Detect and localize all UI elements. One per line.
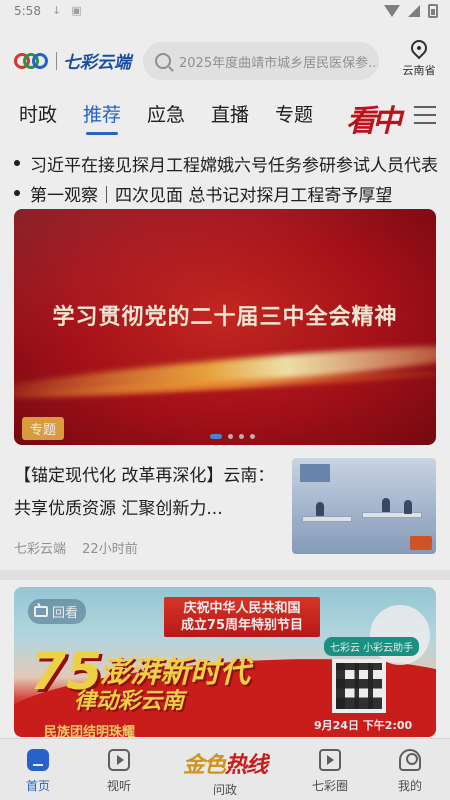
tab-zhibo[interactable]: 直播 [211, 100, 249, 127]
nav-home-label: 首页 [25, 779, 50, 793]
replay-heading: 庆祝中华人民共和国 成立75周年特别节目 [164, 597, 320, 637]
article-time: 22小时前 [82, 542, 138, 557]
profile-icon [399, 749, 421, 771]
banner-carousel[interactable]: 学习贯彻党的二十届三中全会精神 专题 [14, 209, 436, 445]
replay-footer: 民族团结明珠耀 [44, 725, 136, 737]
location-label: 云南省 [402, 64, 436, 77]
article-title: 【锚定现代化 改革再深化】云南：共享优质资源 汇聚创新力... [14, 466, 275, 519]
bottom-nav: 首页 视听 金色热线 问政 七彩圈 我的 [0, 738, 450, 800]
qr-code [332, 659, 386, 713]
tab-shizheng[interactable]: 时政 [19, 100, 57, 127]
home-icon [27, 749, 49, 771]
gold-hotline-logo: 金色热线 [182, 752, 268, 778]
screenshot-icon: ▣ [71, 4, 82, 17]
nav-shiting-label: 视听 [106, 779, 131, 793]
mascot-cloud-icon [370, 605, 430, 665]
signal-icon [408, 5, 420, 17]
bullet-icon [14, 160, 20, 166]
article-thumbnail [292, 458, 436, 554]
replay-tag: 回看 [28, 599, 87, 624]
replay-tag-label: 回看 [52, 606, 79, 621]
app-logo[interactable]: 七彩云端 [14, 48, 131, 73]
logo-divider [56, 51, 57, 70]
search-bar[interactable]: 2025年度曲靖市城乡居民医保参... [143, 42, 379, 80]
replay-helper-label: 七彩云 小彩云助手 [324, 637, 420, 656]
logo-text: 七彩云端 [63, 53, 131, 73]
banner-badge: 专题 [22, 417, 65, 440]
carousel-dot [228, 434, 233, 439]
news-article-card[interactable]: 【锚定现代化 改革再深化】云南：共享优质资源 汇聚创新力... 七彩云端 22小… [14, 458, 436, 558]
location-selector[interactable]: 云南省 [398, 36, 440, 78]
search-placeholder: 2025年度曲靖市城乡居民医保参... [179, 55, 379, 71]
nav-me[interactable]: 我的 [380, 749, 440, 794]
status-system-icons [384, 4, 438, 18]
tab-yingji[interactable]: 应急 [147, 100, 185, 127]
replay-slogan-line2: 律动彩云南 [74, 689, 185, 714]
search-icon [155, 53, 171, 69]
replay-heading-line2: 成立75周年特别节目 [180, 618, 304, 633]
carousel-dot-active [210, 434, 222, 439]
nav-qicaiquan[interactable]: 七彩圈 [300, 749, 360, 794]
headline-item[interactable]: 第一观察｜四次见面 总书记对探月工程寄予厚望 [14, 178, 450, 208]
active-tab-indicator [86, 132, 118, 135]
nav-home[interactable]: 首页 [8, 749, 68, 794]
replay-date: 9月24日 下午2:00 [314, 719, 413, 732]
tv-icon [34, 606, 48, 617]
wifi-icon [384, 5, 400, 17]
nav-me-label: 我的 [397, 779, 422, 793]
status-bar: 5:58 ↓ ▣ [0, 0, 450, 24]
headline-text: 习近平在接见探月工程嫦娥六号任务参研参试人员代表 [30, 155, 438, 176]
nav-wenzheng-label: 问政 [212, 783, 237, 797]
thumbnail-watermark-logo [410, 536, 432, 550]
location-pin-icon [407, 36, 431, 60]
carousel-indicator [210, 434, 255, 439]
status-notification-icons: ↓ ▣ [52, 4, 82, 17]
headline-text: 第一观察｜四次见面 总书记对探月工程寄予厚望 [30, 185, 393, 206]
section-divider [0, 570, 450, 580]
logo-rings-icon [14, 50, 50, 72]
nav-shiting[interactable]: 视听 [89, 749, 149, 794]
carousel-dot [239, 434, 244, 439]
tv-icon [319, 749, 341, 771]
tab-zhuanti[interactable]: 专题 [275, 100, 313, 127]
download-icon: ↓ [52, 4, 62, 17]
app-header: 七彩云端 2025年度曲靖市城乡居民医保参... 云南省 [0, 36, 450, 86]
article-source: 七彩云端 [14, 542, 67, 557]
video-icon [108, 749, 130, 771]
headline-item[interactable]: 习近平在接见探月工程嫦娥六号任务参研参试人员代表 [14, 148, 450, 178]
replay-heading-line1: 庆祝中华人民共和国 [183, 601, 301, 616]
channel-tabs: 时政 推荐 应急 直播 专题 看中 [0, 96, 450, 140]
replay-banner[interactable]: 回看 庆祝中华人民共和国 成立75周年特别节目 75 澎湃新时代 律动彩云南 七… [14, 587, 436, 737]
bullet-icon [14, 190, 20, 196]
tab-tuijian[interactable]: 推荐 [83, 100, 121, 127]
headline-list: 习近平在接见探月工程嫦娥六号任务参研参试人员代表 第一观察｜四次见面 总书记对探… [14, 148, 450, 208]
banner-title: 学习贯彻党的二十届三中全会精神 [52, 305, 398, 330]
status-time: 5:58 [14, 4, 41, 18]
menu-icon[interactable] [414, 106, 436, 124]
article-meta: 七彩云端 22小时前 [14, 538, 138, 557]
nav-wenzheng[interactable]: 金色热线 问政 [180, 747, 270, 798]
battery-icon [428, 4, 438, 18]
tab-kanzhong-logo[interactable]: 看中 [346, 96, 402, 140]
nav-qicaiquan-label: 七彩圈 [311, 779, 348, 793]
carousel-dot [250, 434, 255, 439]
